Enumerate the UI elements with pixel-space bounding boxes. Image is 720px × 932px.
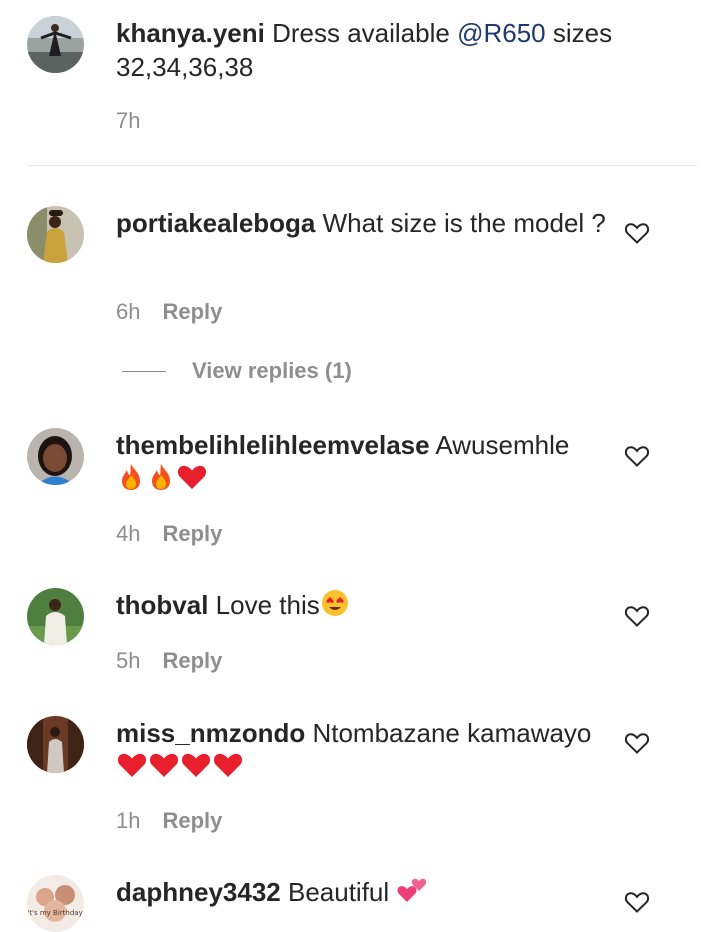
comment-body: Awusemhle — [429, 430, 570, 460]
caption-text: khanya.yeni Dress available @R650 sizes … — [116, 16, 616, 84]
comment-username[interactable]: miss_nmzondo — [116, 718, 305, 748]
divider — [28, 165, 697, 166]
avatar-image: It's my Birthday — [27, 875, 84, 932]
view-replies-line — [122, 370, 166, 372]
avatar-image — [27, 428, 84, 485]
comment-text: miss_nmzondo Ntombazane kamawayo — [116, 716, 616, 788]
comment-timestamp: 1h — [116, 808, 141, 833]
avatar-image — [27, 16, 84, 73]
like-heart-icon[interactable] — [624, 731, 650, 755]
fire-emoji-icon — [116, 462, 146, 500]
avatar[interactable]: It's my Birthday — [27, 875, 84, 932]
caption-body: Dress available — [264, 18, 458, 48]
comment-meta: 5h Reply — [116, 648, 222, 674]
comment-username[interactable]: daphney3432 — [116, 877, 281, 907]
mention-link[interactable]: @R650 — [457, 18, 546, 48]
red-heart-emoji-icon — [148, 750, 180, 788]
caption-meta: 7h — [116, 108, 140, 134]
avatar-image — [27, 206, 84, 263]
reply-button[interactable]: Reply — [162, 648, 222, 674]
reply-button[interactable]: Reply — [162, 808, 222, 834]
comment-username[interactable]: portiakealeboga — [116, 208, 315, 238]
comment-body: Beautiful — [280, 877, 397, 907]
avatar[interactable] — [27, 716, 84, 773]
like-heart-icon[interactable] — [624, 444, 650, 468]
avatar[interactable] — [27, 16, 84, 73]
avatar[interactable] — [27, 206, 84, 263]
reply-button[interactable]: Reply — [162, 521, 222, 547]
view-replies-button[interactable]: View replies (1) — [122, 358, 352, 384]
comment-username[interactable]: thobval — [116, 590, 208, 620]
avatar[interactable] — [27, 428, 84, 485]
red-heart-emoji-icon — [176, 462, 208, 500]
avatar-image — [27, 716, 84, 773]
comment-text: daphney3432 Beautiful — [116, 875, 616, 913]
red-heart-emoji-icon — [116, 750, 148, 788]
like-heart-icon[interactable] — [624, 604, 650, 628]
comment-timestamp: 4h — [116, 521, 141, 546]
heart-eyes-emoji-icon — [320, 588, 350, 626]
comment-username[interactable]: thembelihlelihleemvelase — [116, 430, 430, 460]
comment-body: Love this — [208, 590, 320, 620]
comment-timestamp: 6h — [116, 299, 141, 324]
comment-body: Ntombazane kamawayo — [305, 718, 592, 748]
comment-text: thembelihlelihleemvelase Awusemhle — [116, 428, 616, 500]
comment-body: What size is the model ? — [315, 208, 606, 238]
comment-timestamp: 5h — [116, 648, 141, 673]
comment-meta: 1h Reply — [116, 808, 222, 834]
caption-username[interactable]: khanya.yeni — [116, 18, 265, 48]
caption-timestamp: 7h — [116, 108, 141, 133]
like-heart-icon[interactable] — [624, 890, 650, 914]
comment-text: thobval Love this — [116, 588, 616, 626]
avatar-badge-text: It's my Birthday — [27, 909, 82, 917]
two-hearts-emoji-icon — [396, 875, 428, 913]
red-heart-emoji-icon — [180, 750, 212, 788]
avatar[interactable] — [27, 588, 84, 645]
comment-text: portiakealeboga What size is the model ? — [116, 206, 616, 240]
like-heart-icon[interactable] — [624, 221, 650, 245]
comment-meta: 4h Reply — [116, 521, 222, 547]
fire-emoji-icon — [146, 462, 176, 500]
view-replies-label: View replies (1) — [192, 358, 352, 383]
red-heart-emoji-icon — [212, 750, 244, 788]
post-caption: khanya.yeni Dress available @R650 sizes … — [0, 0, 720, 166]
avatar-image — [27, 588, 84, 645]
reply-button[interactable]: Reply — [162, 299, 222, 325]
comment-meta: 6h Reply — [116, 299, 222, 325]
